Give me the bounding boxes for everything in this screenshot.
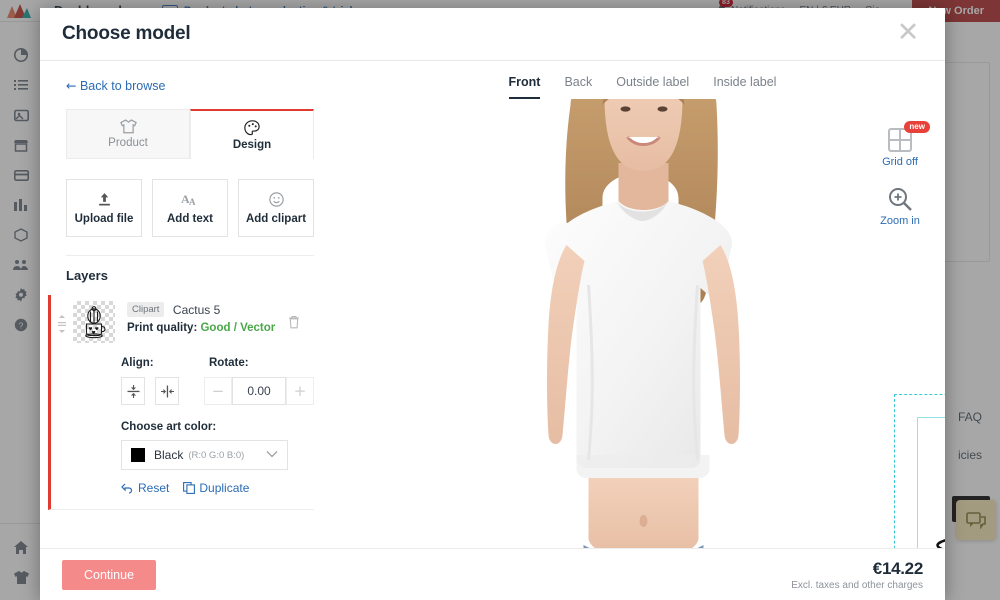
color-swatch: [131, 448, 145, 462]
grid-toggle-button[interactable]: new Grid off: [882, 121, 930, 168]
grid-toggle-label: Grid off: [882, 156, 918, 168]
tab-back[interactable]: Back: [564, 75, 592, 99]
tab-outside-label[interactable]: Outside label: [616, 75, 689, 99]
duplicate-label: Duplicate: [199, 481, 250, 495]
print-quality-label: Print quality:: [127, 322, 198, 334]
chevron-down-icon: [266, 450, 278, 461]
zoom-in-icon: [889, 188, 912, 211]
back-arrow-icon: ←: [66, 78, 77, 93]
drag-handle-icon[interactable]: [57, 301, 67, 336]
back-to-browse-link[interactable]: ← Back to browse: [40, 78, 165, 93]
cactus-in-cup-artwork[interactable]: [895, 395, 945, 548]
zoom-in-button[interactable]: Zoom in: [880, 186, 920, 227]
cactus-cup-thumbnail: [73, 301, 115, 343]
add-clipart-label: Add clipart: [245, 212, 307, 225]
layer-link-actions: Reset Duplicate: [57, 470, 314, 495]
continue-button[interactable]: Continue: [62, 559, 157, 590]
control-row: − 0.00 +: [121, 377, 314, 405]
reset-button[interactable]: Reset: [121, 481, 169, 495]
layer-type-chip: Clipart: [127, 302, 165, 318]
align-horizontal-center-icon[interactable]: [155, 377, 179, 405]
rotate-label: Rotate:: [209, 357, 249, 369]
layer-name: Cactus 5: [172, 303, 221, 317]
choose-model-modal: Choose model ✕ ← Back to browse Product: [40, 8, 945, 600]
design-left-panel: ← Back to browse Product Design Upload f…: [40, 61, 340, 548]
design-preview: Front Back Outside label Inside label ne…: [340, 61, 945, 548]
upload-file-button[interactable]: Upload file: [66, 179, 142, 237]
zoom-in-label: Zoom in: [880, 215, 920, 227]
modal-footer: Continue €14.22 Excl. taxes and other ch…: [40, 548, 945, 600]
price-value: €14.22: [872, 558, 924, 578]
tab-design[interactable]: Design: [190, 109, 314, 159]
align-label: Align:: [121, 357, 154, 369]
art-color-label: Choose art color:: [121, 421, 217, 433]
upload-file-label: Upload file: [74, 212, 134, 225]
rotate-stepper: − 0.00 +: [204, 377, 314, 405]
rotate-increase-button[interactable]: +: [286, 377, 314, 405]
undo-icon: [121, 483, 133, 494]
smiley-icon: [268, 191, 284, 207]
text-icon: A A: [181, 192, 196, 207]
layer-item: Clipart Cactus 5 Print quality: Good / V…: [48, 295, 314, 510]
print-quality-value: Good / Vector: [200, 322, 276, 334]
back-to-browse-label: Back to browse: [79, 79, 166, 93]
new-badge: new: [904, 121, 930, 133]
art-color-select[interactable]: Black (R:0 G:0 B:0): [121, 440, 288, 470]
canvas-tools: new Grid off Zoom in: [869, 121, 931, 227]
align-vertical-center-icon[interactable]: [121, 377, 145, 405]
design-stage[interactable]: new Grid off Zoom in: [340, 99, 945, 548]
tab-front[interactable]: Front: [508, 75, 541, 99]
price-note: Excl. taxes and other charges: [791, 579, 923, 591]
product-design-tabs: Product Design: [40, 109, 340, 159]
add-text-label: Add text: [167, 212, 213, 225]
model-photo: [470, 99, 815, 548]
layer-header: Clipart Cactus 5 Print quality: Good / V…: [57, 301, 314, 343]
art-color-rgb: (R:0 G:0 B:0): [188, 449, 245, 461]
artwork-selection-box[interactable]: [894, 394, 945, 548]
rotate-decrease-button[interactable]: −: [204, 377, 232, 405]
layer-meta: Clipart Cactus 5 Print quality: Good / V…: [121, 301, 314, 334]
copy-icon: [183, 482, 196, 494]
upload-icon: [98, 192, 110, 205]
tab-design-label: Design: [232, 138, 272, 151]
close-icon[interactable]: ✕: [893, 19, 923, 49]
screen-root: Dashboard Product photography tips & tri…: [0, 0, 1000, 600]
page-title: Choose model: [62, 23, 191, 44]
art-color-name: Black: [154, 448, 184, 462]
view-tabs: Front Back Outside label Inside label: [340, 61, 945, 99]
reset-label: Reset: [138, 481, 170, 495]
svg-text:A: A: [189, 197, 196, 207]
modal-body: ← Back to browse Product Design Upload f…: [40, 61, 945, 548]
layers-heading: Layers: [66, 268, 108, 283]
palette-icon: [243, 119, 260, 135]
rotate-value[interactable]: 0.00: [232, 377, 286, 405]
layer-controls: Align: Rotate: − 0.00 +: [57, 343, 314, 405]
design-actions: Upload file A A Add text Add clipart: [40, 159, 340, 237]
price-block: €14.22 Excl. taxes and other charges: [791, 559, 923, 591]
tab-product-label: Product: [108, 137, 148, 149]
tshirt-icon: [119, 119, 137, 134]
print-quality: Print quality: Good / Vector: [127, 322, 314, 334]
tab-product[interactable]: Product: [66, 109, 190, 159]
control-labels: Align: Rotate:: [121, 357, 314, 369]
duplicate-button[interactable]: Duplicate: [183, 481, 249, 495]
tab-inside-label[interactable]: Inside label: [713, 75, 776, 99]
add-text-button[interactable]: A A Add text: [152, 179, 228, 237]
modal-header: Choose model ✕: [40, 8, 945, 61]
add-clipart-button[interactable]: Add clipart: [238, 179, 314, 237]
trash-icon[interactable]: [288, 315, 300, 334]
